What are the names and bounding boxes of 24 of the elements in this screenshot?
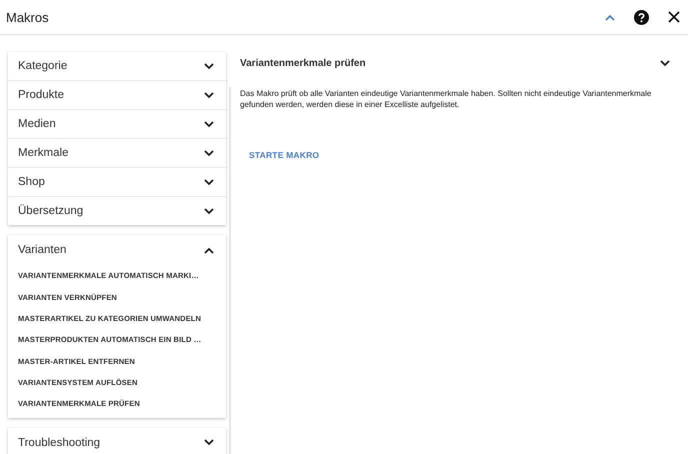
window-title: Makros [6, 10, 49, 24]
chevron-down-icon [204, 62, 214, 70]
chevron-down-icon [660, 60, 670, 66]
chevron-down-icon [204, 439, 214, 446]
macro-title: Variantenmerkmale prüfen [240, 58, 366, 68]
accordion-header[interactable]: Übersetzung [8, 197, 226, 226]
accordion-header[interactable]: Troubleshooting [8, 428, 226, 454]
accordion-header[interactable]: Produkte [8, 81, 226, 110]
chevron-down-icon [204, 150, 214, 157]
accordion-header[interactable]: Medien [8, 110, 226, 138]
macro-description: Das Makro prüft ob alle Varianten eindeutige Variantenmerkmale haben. Sollten nicht eindeutige Variantenmerkmale gefunden werden, werden diese in einer Excelliste aufgelistet. [240, 88, 652, 110]
close-icon[interactable] [668, 11, 680, 23]
accordion-header[interactable]: Shop [8, 168, 226, 196]
accordion-header[interactable]: Merkmale [8, 139, 226, 168]
chevron-down-icon [204, 208, 214, 215]
help-icon[interactable] [634, 10, 649, 24]
start-macro-button[interactable]: STARTE MAKRO [240, 148, 328, 162]
chevron-down-icon [204, 92, 214, 99]
accordion-header[interactable]: Varianten [8, 235, 226, 266]
accordion-header[interactable]: Kategorie [8, 52, 226, 80]
chevron-down-icon [204, 120, 214, 128]
chevron-down-icon [204, 178, 214, 186]
chevron-up-icon[interactable] [605, 14, 615, 20]
chevron-up-icon [204, 246, 214, 254]
